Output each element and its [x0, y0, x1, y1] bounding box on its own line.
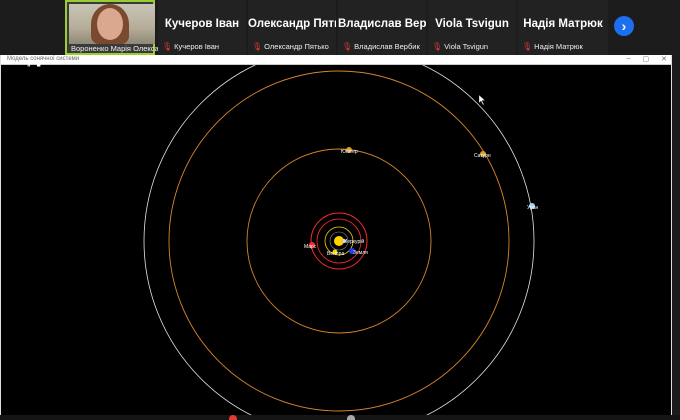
- maximize-icon[interactable]: ▢: [643, 55, 650, 63]
- participant-display-name: Владислав Вербик: [338, 18, 426, 30]
- participant-name: 🎙 Viola Tsvigun: [432, 42, 489, 51]
- simulation-window: Модель сонячної системи – ▢ ✕ ⏸ ■ Меркур…: [0, 55, 672, 415]
- mic-muted-icon: 🎙: [522, 42, 533, 51]
- toolbar-indicator-grey: [347, 415, 355, 420]
- mic-muted-icon: 🎙: [432, 42, 443, 51]
- window-titlebar: Модель сонячної системи – ▢ ✕: [1, 55, 671, 65]
- next-participants-button[interactable]: ›: [614, 16, 634, 36]
- participant-video: [69, 4, 155, 44]
- participant-display-name: Viola Tsvigun: [435, 18, 509, 30]
- participant-name: Вороненко Марія Олекса...: [71, 44, 165, 53]
- minimize-icon[interactable]: –: [627, 55, 631, 63]
- participant-tile-p6[interactable]: Надія Матрюк 🎙 Надія Матрюк: [518, 0, 608, 55]
- label-mercury: Меркурій: [343, 238, 364, 245]
- participant-tile-p1[interactable]: Вороненко Марія Олекса...: [65, 0, 165, 55]
- participant-name: 🎙 Владислав Вербик: [342, 42, 420, 51]
- close-icon[interactable]: ✕: [661, 55, 667, 63]
- participant-tile-p3[interactable]: Олександр Пятько 🎙 Олександр Пятько: [248, 0, 336, 55]
- toolbar-indicator-red: [229, 415, 237, 420]
- participants-strip: Вороненко Марія Олекса... Кучеров Іван 🎙…: [0, 0, 680, 55]
- solar-system-canvas[interactable]: Меркурій Венера Земля Марс Юпітер Сатурн…: [1, 65, 671, 415]
- mic-muted-icon: 🎙: [162, 42, 173, 51]
- mic-muted-icon: 🎙: [342, 42, 353, 51]
- participant-display-name: Кучеров Іван: [164, 18, 240, 30]
- participant-name: 🎙 Олександр Пятько: [252, 42, 329, 51]
- mic-muted-icon: 🎙: [252, 42, 263, 51]
- participant-display-name: Олександр Пятько: [248, 18, 336, 30]
- cursor-icon: [478, 94, 486, 106]
- label-saturn: Сатурн: [474, 153, 491, 159]
- participant-tile-p4[interactable]: Владислав Вербик 🎙 Владислав Вербик: [338, 0, 426, 55]
- label-mars: Марс: [304, 244, 317, 250]
- participant-name: 🎙 Надія Матрюк: [522, 42, 583, 51]
- label-jupiter: Юпітер: [341, 149, 358, 155]
- label-earth: Земля: [353, 250, 368, 256]
- participant-tile-p5[interactable]: Viola Tsvigun 🎙 Viola Tsvigun: [428, 0, 516, 55]
- participant-display-name: Надія Матрюк: [523, 18, 603, 30]
- participant-tile-p2[interactable]: Кучеров Іван 🎙 Кучеров Іван: [158, 0, 246, 55]
- window-title: Модель сонячної системи: [7, 56, 80, 62]
- participant-name: 🎙 Кучеров Іван: [162, 42, 220, 51]
- bottom-toolbar: [0, 415, 680, 420]
- label-uranus: Уран: [527, 205, 539, 211]
- chevron-right-icon: ›: [621, 18, 627, 34]
- label-venus: Венера: [327, 251, 344, 257]
